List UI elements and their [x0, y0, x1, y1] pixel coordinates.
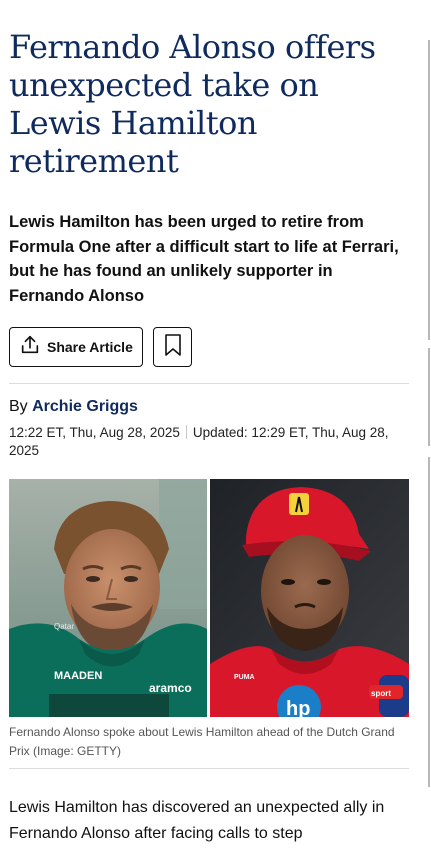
byline: By Archie Griggs: [9, 398, 138, 416]
side-border: [428, 457, 430, 787]
share-article-button[interactable]: Share Article: [9, 327, 143, 367]
article-standfirst: Lewis Hamilton has been urged to retire …: [9, 213, 399, 305]
side-border: [428, 348, 430, 446]
hp-logo-text: hp: [286, 698, 310, 717]
image-caption: Fernando Alonso spoke about Lewis Hamilt…: [9, 725, 395, 758]
maaden-logo-text: MAADEN: [54, 670, 102, 682]
byline-prefix: By: [9, 398, 28, 415]
divider: [9, 383, 409, 384]
divider: [9, 768, 409, 769]
article-dates: 12:22 ET, Thu, Aug 28, 2025 Updated: 12:2…: [9, 424, 409, 460]
author-link[interactable]: Archie Griggs: [32, 398, 138, 415]
share-article-label: Share Article: [47, 339, 133, 355]
share-upload-icon: [19, 334, 41, 361]
bookmark-button[interactable]: [153, 327, 192, 367]
sport-mic-text: sport: [371, 689, 391, 698]
bookmark-icon: [164, 333, 182, 361]
published-time: 12:22 ET, Thu, Aug 28, 2025: [9, 425, 180, 440]
article-image[interactable]: MAADEN aramco Qatar PUMA hp sport: [9, 479, 409, 717]
side-border: [428, 40, 430, 340]
qatar-logo-text: Qatar: [54, 622, 74, 631]
puma-logo-text: PUMA: [234, 674, 255, 681]
article-body-paragraph: Lewis Hamilton has discovered an unexpec…: [9, 799, 385, 842]
aramco-logo-text: aramco: [149, 681, 192, 695]
date-separator: [185, 425, 187, 439]
article-headline: Fernando Alonso offers unexpected take o…: [9, 28, 376, 180]
